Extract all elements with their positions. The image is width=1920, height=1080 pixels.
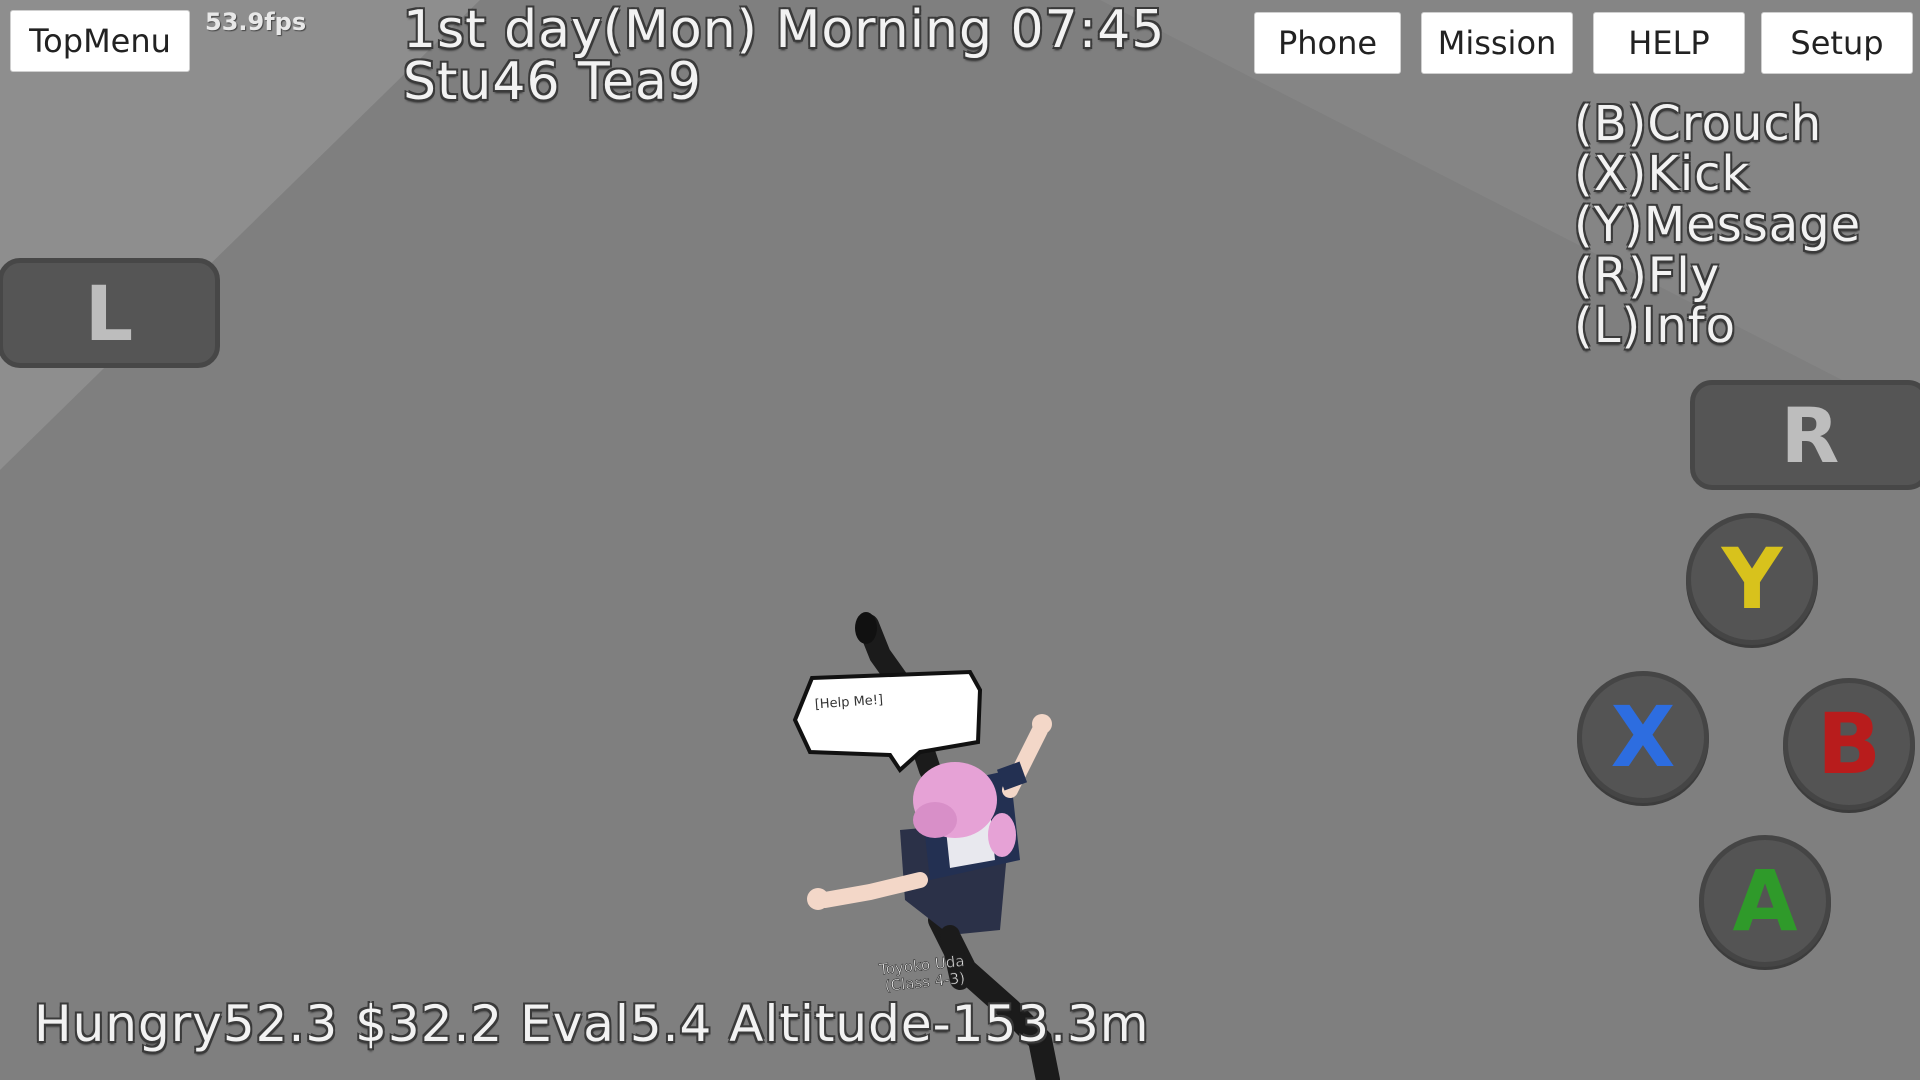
hint-crouch: (B)Crouch — [1574, 96, 1823, 152]
hint-fly: (R)Fly — [1574, 248, 1721, 304]
hint-message: (Y)Message — [1574, 197, 1862, 253]
top-menu-button[interactable]: TopMenu — [10, 10, 190, 72]
setup-button[interactable]: Setup — [1761, 12, 1913, 74]
population-counts: Stu46 Tea9 — [403, 52, 702, 112]
a-button[interactable]: A — [1699, 835, 1831, 967]
speech-bubble: [Help Me!] — [792, 669, 983, 774]
x-button[interactable]: X — [1577, 671, 1709, 803]
phone-button[interactable]: Phone — [1254, 12, 1401, 74]
hint-kick: (X)Kick — [1574, 146, 1751, 202]
status-bar: Hungry52.3 $32.2 Eval5.4 Altitude-153.3m — [34, 995, 1150, 1053]
help-button[interactable]: HELP — [1593, 12, 1745, 74]
l-shoulder-button[interactable]: L — [0, 258, 220, 368]
character-name-tag: Toyoko Uda (Class 4-3) — [877, 952, 966, 996]
mission-button[interactable]: Mission — [1421, 12, 1573, 74]
fps-counter: 53.9fps — [205, 8, 307, 36]
y-button[interactable]: Y — [1686, 513, 1818, 645]
b-button[interactable]: B — [1783, 678, 1915, 810]
hint-info: (L)Info — [1574, 298, 1737, 354]
game-viewport[interactable]: [Help Me!] Toyoko Uda (Class 4-3) TopMen… — [0, 0, 1920, 1080]
r-shoulder-button[interactable]: R — [1690, 380, 1920, 490]
date-time-display: 1st day(Mon) Morning 07:45 — [403, 0, 1166, 60]
